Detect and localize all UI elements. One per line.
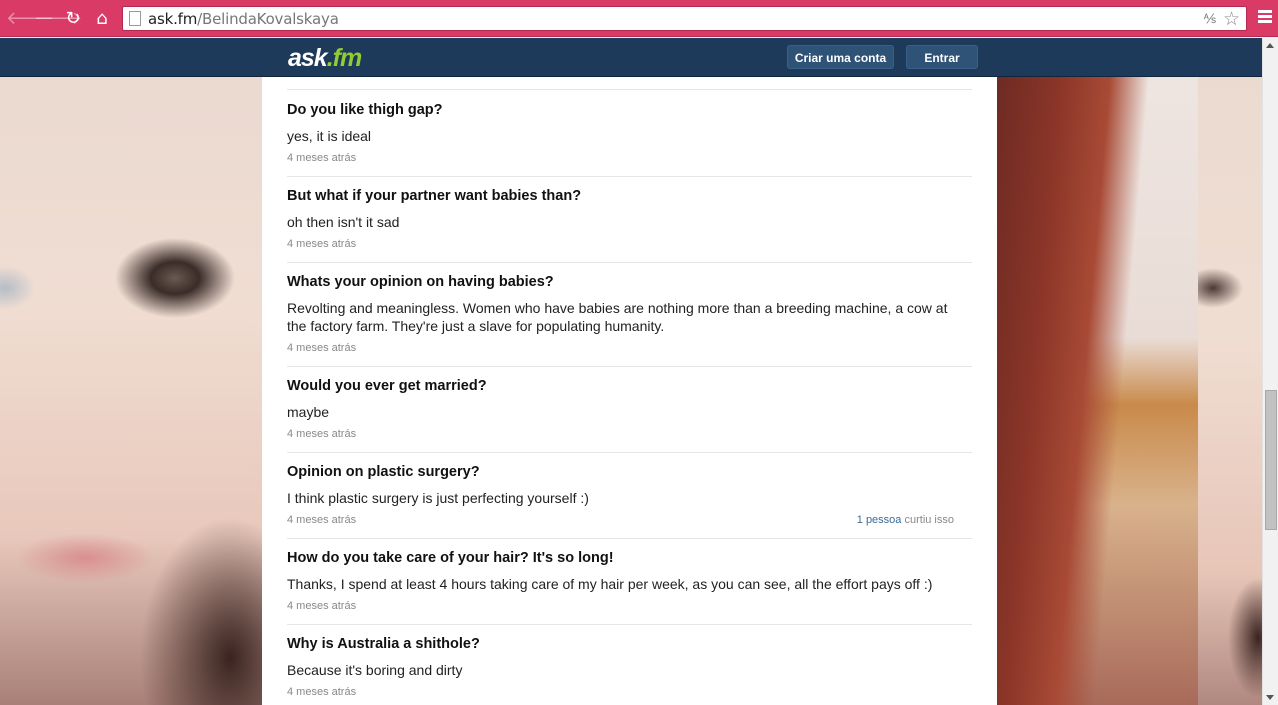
home-icon[interactable]: ⌂: [92, 9, 112, 29]
scrollbar-thumb[interactable]: [1265, 390, 1277, 530]
background-photo-right: [997, 38, 1198, 705]
url-path: /BelindaKovalskaya: [197, 10, 339, 28]
url-host: ask.fm: [148, 10, 198, 28]
address-bar[interactable]: ask.fm/BelindaKovalskaya ⅍ ☆: [122, 6, 1247, 31]
answer-time[interactable]: 4 meses atrás: [287, 238, 356, 250]
answer-time[interactable]: 4 meses atrás: [287, 428, 356, 440]
question-text[interactable]: Do you like thigh gap?: [287, 102, 442, 118]
answer-text: I think plastic surgery is just perfecti…: [287, 490, 589, 506]
forward-arrow-icon[interactable]: 🡒: [34, 9, 82, 29]
answer-item: How do you take care of your hair? It's …: [287, 550, 972, 625]
answer-text: Because it's boring and dirty: [287, 662, 463, 678]
question-text[interactable]: Would you ever get married?: [287, 378, 487, 394]
question-text[interactable]: But what if your partner want babies tha…: [287, 188, 581, 204]
answer-text: Thanks, I spend at least 4 hours taking …: [287, 576, 933, 592]
logo-fm: fm: [332, 44, 363, 72]
answer-item: Do you like thigh gap? yes, it is ideal …: [287, 102, 972, 177]
likes-suffix: curtiu isso: [901, 514, 954, 526]
question-text[interactable]: Why is Australia a shithole?: [287, 636, 480, 652]
answer-text: maybe: [287, 404, 330, 420]
site-header: ask.fm Criar uma conta Entrar: [0, 38, 1262, 77]
bookmark-star-icon[interactable]: ☆: [1223, 8, 1240, 31]
page-icon: [129, 11, 141, 26]
likes-people-link[interactable]: 1 pessoa: [857, 514, 902, 526]
answer-item: Why is Australia a shithole? Because it'…: [287, 636, 972, 705]
likes-count: 1 pessoa curtiu isso: [857, 514, 954, 526]
login-button[interactable]: Entrar: [906, 45, 978, 69]
create-account-button[interactable]: Criar uma conta: [787, 45, 894, 69]
answer-text: oh then isn't it sad: [287, 214, 400, 230]
scroll-up-arrow-icon[interactable]: [1266, 43, 1274, 48]
divider: [287, 89, 972, 90]
url-text[interactable]: ask.fm/BelindaKovalskaya: [148, 10, 339, 28]
answer-item: Opinion on plastic surgery? I think plas…: [287, 464, 972, 539]
askfm-logo[interactable]: ask.fm: [288, 44, 363, 73]
translate-icon[interactable]: ⅍: [1204, 11, 1216, 26]
answers-feed: Do you like thigh gap? yes, it is ideal …: [262, 77, 997, 705]
answer-item: But what if your partner want babies tha…: [287, 188, 972, 263]
reload-icon[interactable]: ↻: [63, 9, 83, 29]
logo-ask: ask: [288, 44, 328, 72]
answer-text: yes, it is ideal: [287, 128, 372, 144]
scroll-down-arrow-icon[interactable]: [1266, 695, 1274, 700]
answer-time[interactable]: 4 meses atrás: [287, 686, 356, 698]
question-text[interactable]: How do you take care of your hair? It's …: [287, 550, 614, 566]
answer-item: Whats your opinion on having babies? Rev…: [287, 274, 972, 367]
answer-item: Would you ever get married? maybe 4 mese…: [287, 378, 972, 453]
answer-time[interactable]: 4 meses atrás: [287, 152, 356, 164]
background-photo-right-edge: [1198, 38, 1262, 705]
page-scrollbar[interactable]: [1262, 38, 1278, 705]
answer-time[interactable]: 4 meses atrás: [287, 342, 356, 354]
browser-menu-icon[interactable]: [1258, 10, 1272, 26]
answer-text: Revolting and meaningless. Women who hav…: [287, 300, 948, 334]
question-text[interactable]: Whats your opinion on having babies?: [287, 274, 554, 290]
answer-time[interactable]: 4 meses atrás: [287, 600, 356, 612]
answer-time[interactable]: 4 meses atrás: [287, 514, 356, 526]
browser-toolbar: 🡐 🡒 ↻ ⌂ ask.fm/BelindaKovalskaya ⅍ ☆: [0, 0, 1278, 37]
question-text[interactable]: Opinion on plastic surgery?: [287, 464, 480, 480]
background-photo-left: [0, 38, 262, 705]
back-arrow-icon[interactable]: 🡐: [6, 9, 54, 29]
